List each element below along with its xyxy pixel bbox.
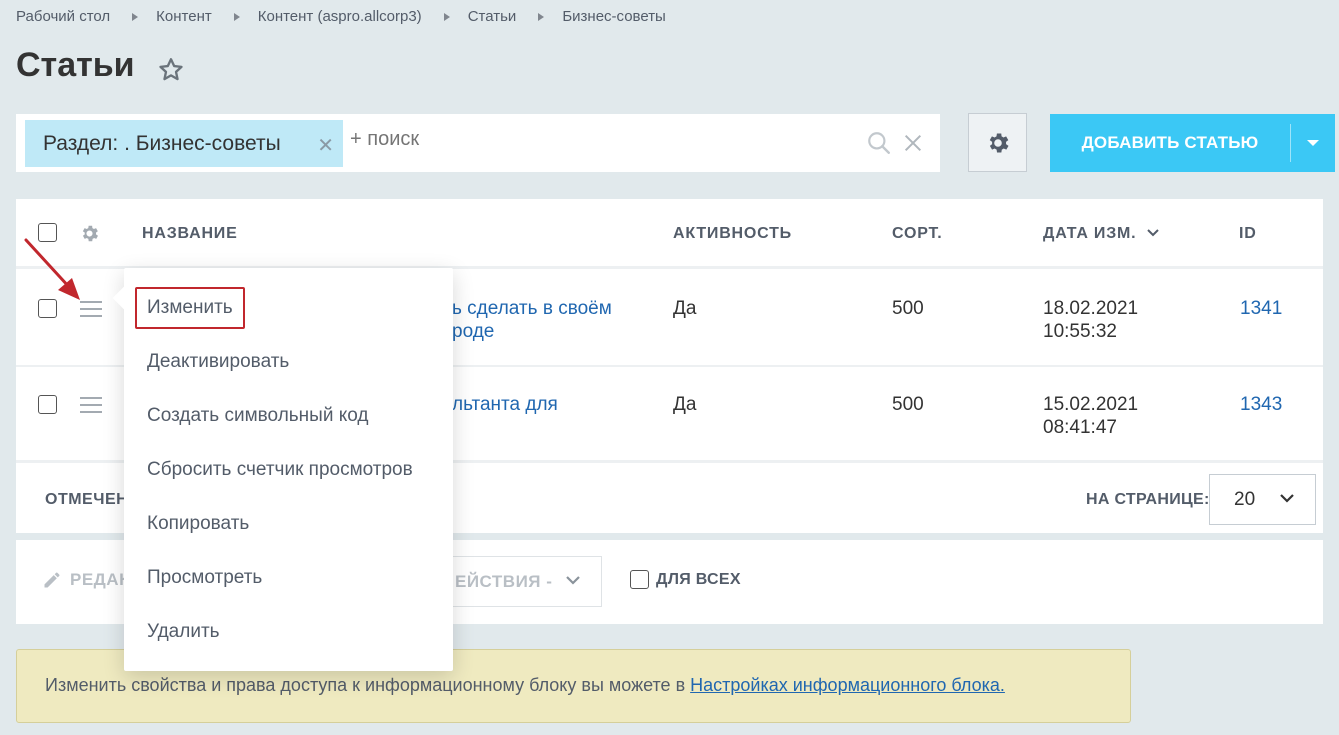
menu-item-deactivate[interactable]: Деактивировать: [147, 351, 289, 373]
notice-text: Изменить свойства и права доступа к инфо…: [45, 675, 691, 695]
column-header-active[interactable]: АКТИВНОСТЬ: [673, 225, 792, 243]
per-page-label: НА СТРАНИЦЕ:: [1086, 491, 1210, 508]
for-all-checkbox[interactable]: [630, 570, 649, 589]
gear-icon: [989, 132, 1009, 153]
menu-item-delete[interactable]: Удалить: [147, 621, 220, 643]
actions-select[interactable]: ЕЙСТВИЯ -: [436, 556, 602, 607]
chevron-down-icon[interactable]: [1307, 140, 1319, 146]
breadcrumb-item-business-tips[interactable]: Бизнес-советы: [562, 8, 666, 25]
arrow-annotation: [24, 238, 80, 300]
row-sort: 500: [892, 298, 924, 319]
column-header-date[interactable]: ДАТА ИЗМ.: [1043, 225, 1136, 243]
edit-button[interactable]: РЕДАК: [42, 570, 130, 590]
menu-item-reset-views[interactable]: Сбросить счетчик просмотров: [147, 459, 413, 481]
per-page-select[interactable]: 20: [1209, 474, 1316, 525]
per-page-value: 20: [1234, 489, 1256, 510]
filter-chip-label: Раздел: . Бизнес-советы: [43, 131, 281, 155]
breadcrumb-separator-icon: [443, 12, 450, 21]
row-time: 10:55:32: [1043, 321, 1117, 342]
add-article-button[interactable]: ДОБАВИТЬ СТАТЬЮ: [1050, 114, 1335, 172]
breadcrumb-item-desktop[interactable]: Рабочий стол: [16, 8, 110, 25]
star-icon[interactable]: [157, 56, 185, 84]
row-date: 18.02.2021: [1043, 298, 1139, 319]
row-id-link[interactable]: 1341: [1240, 297, 1282, 320]
for-all-option[interactable]: ДЛЯ ВСЕХ: [630, 570, 741, 589]
add-article-label: ДОБАВИТЬ СТАТЬЮ: [1081, 133, 1259, 152]
row-sort: 500: [892, 394, 924, 415]
filter-chip-section[interactable]: Раздел: . Бизнес-советы ✕: [25, 120, 343, 167]
close-icon[interactable]: [902, 132, 924, 154]
chevron-down-icon: [566, 576, 580, 585]
row-active: Да: [673, 298, 697, 319]
menu-icon[interactable]: [80, 397, 102, 413]
page-title: Статьи: [16, 46, 135, 84]
close-icon[interactable]: ✕: [317, 133, 334, 158]
row-time: 08:41:47: [1043, 417, 1117, 438]
breadcrumb-separator-icon: [538, 12, 545, 21]
edit-label: РЕДАК: [70, 570, 130, 589]
settings-button[interactable]: [968, 113, 1027, 172]
column-header-id[interactable]: ID: [1239, 225, 1257, 243]
search-icon[interactable]: [866, 130, 892, 156]
chevron-down-icon[interactable]: [1146, 228, 1160, 238]
marked-label: ОТМЕЧЕН: [45, 491, 129, 508]
chevron-down-icon: [1280, 494, 1294, 503]
actions-select-label: ЕЙСТВИЯ -: [455, 572, 553, 591]
row-name-link[interactable]: ь сделать в своём: [452, 297, 612, 320]
row-name-link[interactable]: льтанта для: [452, 393, 558, 416]
row-id-link[interactable]: 1343: [1240, 393, 1282, 416]
menu-item-copy[interactable]: Копировать: [147, 513, 249, 535]
table-header: НАЗВАНИЕ АКТИВНОСТЬ СОРТ. ДАТА ИЗМ. ID: [16, 199, 1323, 269]
breadcrumb-item-content-site[interactable]: Контент (aspro.allcorp3): [258, 8, 422, 25]
menu-item-edit[interactable]: Изменить: [147, 297, 233, 319]
row-name-link[interactable]: роде: [452, 320, 494, 343]
row-date: 15.02.2021: [1043, 394, 1139, 415]
breadcrumb: Рабочий стол Контент Контент (aspro.allc…: [16, 8, 666, 25]
filter-bar: Раздел: . Бизнес-советы ✕: [16, 114, 940, 172]
breadcrumb-item-articles[interactable]: Статьи: [468, 8, 517, 25]
pencil-icon: [44, 572, 60, 588]
column-header-name[interactable]: НАЗВАНИЕ: [142, 225, 238, 243]
row-active: Да: [673, 394, 697, 415]
breadcrumb-item-content[interactable]: Контент: [156, 8, 212, 25]
iblock-settings-link[interactable]: Настройках информационного блока.: [690, 675, 1005, 695]
button-divider: [1290, 124, 1291, 162]
menu-item-create-code[interactable]: Создать символьный код: [147, 405, 368, 427]
column-header-sort[interactable]: СОРТ.: [892, 225, 942, 243]
for-all-label: ДЛЯ ВСЕХ: [656, 570, 741, 588]
search-input[interactable]: [350, 128, 830, 151]
breadcrumb-separator-icon: [132, 12, 139, 21]
row-checkbox[interactable]: [38, 395, 57, 414]
menu-item-view[interactable]: Просмотреть: [147, 567, 262, 589]
breadcrumb-separator-icon: [233, 12, 240, 21]
row-context-menu: Изменить Деактивировать Создать символьн…: [112, 268, 453, 671]
